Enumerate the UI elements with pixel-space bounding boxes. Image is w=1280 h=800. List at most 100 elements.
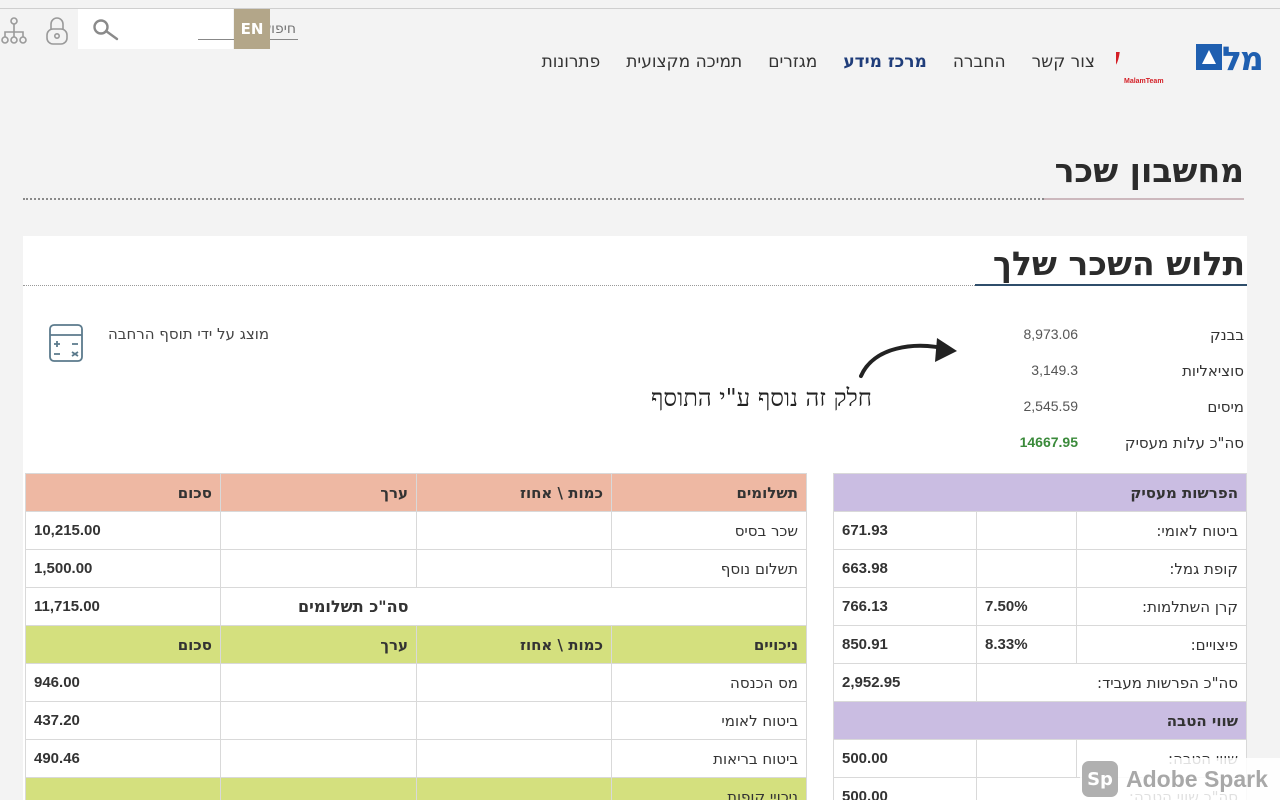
fund-deductions-header-row: ניכויי קופות <box>25 777 807 800</box>
summary-row: בבנק 8,973.06 <box>978 326 1246 362</box>
summary-label: מיסים <box>1207 398 1244 416</box>
total-amount: 11,715.00 <box>25 587 221 626</box>
total-label: סה"כ תשלומים <box>220 587 417 626</box>
lock-icon[interactable] <box>44 16 70 46</box>
payslip-panel: תלוש השכר שלך מוצג על ידי תוסף הרחבה בבנ… <box>23 236 1248 800</box>
item-amount: 671.93 <box>832 511 978 550</box>
item-value <box>220 701 417 740</box>
summary-value: 14667.95 <box>1019 434 1078 450</box>
summary-list: בבנק 8,973.06 סוציאליות 3,149.3 מיסים 2,… <box>978 326 1246 470</box>
search-icon[interactable] <box>92 18 120 46</box>
svg-text:MalamTeam: MalamTeam <box>1124 78 1164 85</box>
total-amount: 500.00 <box>832 777 978 800</box>
benefit-header-row: שווי הטבה <box>832 701 1248 740</box>
col-header: תשלומים <box>611 473 807 512</box>
header-icons <box>0 16 70 46</box>
svg-text:מל: מל <box>1222 40 1262 78</box>
employer-total-row: סה"כ הפרשות מעביד: 2,952.95 <box>832 663 1248 702</box>
item-name: קופת גמל: <box>1076 549 1248 588</box>
language-button[interactable]: EN <box>234 9 270 49</box>
section-header: שווי הטבה <box>832 701 1248 740</box>
summary-label: בבנק <box>1210 326 1244 344</box>
payments-total-row: סה"כ תשלומים 11,715.00 <box>25 587 807 626</box>
col-header: ערך <box>220 625 417 664</box>
nav-solutions[interactable]: פתרונות <box>542 52 601 72</box>
table-row: קרן השתלמות: 7.50% 766.13 <box>832 587 1248 626</box>
malam-logo[interactable]: שכר מל MalamTeam <box>1060 39 1280 86</box>
item-pct <box>976 549 1078 588</box>
item-name: פיצויים: <box>1076 625 1248 664</box>
item-amount: 663.98 <box>832 549 978 588</box>
item-amount: 946.00 <box>25 663 221 702</box>
nav-company[interactable]: החברה <box>953 52 1006 72</box>
total-label: סה"כ הפרשות מעביד: <box>976 663 1248 702</box>
page-title: מחשבון שכר <box>1054 151 1244 190</box>
svg-text:שכר: שכר <box>1116 40 1120 78</box>
col-header <box>416 777 612 800</box>
section-header: הפרשות מעסיק <box>832 473 1248 512</box>
summary-row: מיסים 2,545.59 <box>978 398 1246 434</box>
table-row: ביטוח לאומי: 671.93 <box>832 511 1248 550</box>
table-row: תשלום נוסף 1,500.00 <box>25 549 807 588</box>
col-header: סכום <box>25 625 221 664</box>
item-name: תשלום נוסף <box>611 549 807 588</box>
item-amount: 490.46 <box>25 739 221 778</box>
table-row: ביטוח בריאות 490.46 <box>25 739 807 778</box>
nav-support[interactable]: תמיכה מקצועית <box>626 52 742 72</box>
deductions-header-row: ניכויים כמות \ אחוז ערך סכום <box>25 625 807 664</box>
sitemap-icon[interactable] <box>0 16 28 46</box>
nav-info-center[interactable]: מרכז מידע <box>843 52 927 72</box>
table-row: קופת גמל: 663.98 <box>832 549 1248 588</box>
col-header: ערך <box>220 473 417 512</box>
item-pct: 7.50% <box>976 587 1078 626</box>
table-row: מס הכנסה 946.00 <box>25 663 807 702</box>
summary-value: 3,149.3 <box>1031 362 1078 378</box>
summary-value: 8,973.06 <box>1023 326 1079 342</box>
adobe-spark-watermark: Sp Adobe Spark <box>1080 758 1280 800</box>
search-box <box>78 9 298 49</box>
payments-table: תשלומים כמות \ אחוז ערך סכום שכר בסיס 10… <box>25 473 807 800</box>
item-name: קרן השתלמות: <box>1076 587 1248 626</box>
item-value <box>220 511 417 550</box>
item-amount: 850.91 <box>832 625 978 664</box>
item-amount: 766.13 <box>832 587 978 626</box>
item-pct <box>976 511 1078 550</box>
item-value <box>220 549 417 588</box>
item-name: ביטוח בריאות <box>611 739 807 778</box>
item-qty <box>416 701 612 740</box>
panel-title: תלוש השכר שלך <box>992 244 1245 283</box>
item-name: ביטוח לאומי: <box>1076 511 1248 550</box>
nav-contact[interactable]: צור קשר <box>1032 52 1095 72</box>
calculator-icon <box>48 323 84 367</box>
employer-header-row: הפרשות מעסיק <box>832 473 1248 512</box>
table-row: ביטוח לאומי 437.20 <box>25 701 807 740</box>
payments-header-row: תשלומים כמות \ אחוז ערך סכום <box>25 473 807 512</box>
watermark-text: Adobe Spark <box>1126 765 1268 792</box>
summary-label: סה"כ עלות מעסיק <box>1124 434 1244 452</box>
item-qty <box>416 739 612 778</box>
main-nav: פתרונות תמיכה מקצועית מגזרים מרכז מידע ה… <box>516 52 1095 72</box>
spark-logo-icon: Sp <box>1082 761 1118 797</box>
summary-value: 2,545.59 <box>1023 398 1079 414</box>
item-value <box>220 663 417 702</box>
item-pct: 8.33% <box>976 625 1078 664</box>
total-amount: 2,952.95 <box>832 663 978 702</box>
col-header <box>220 777 417 800</box>
empty-cell <box>416 587 807 626</box>
item-amount: 1,500.00 <box>25 549 221 588</box>
table-row: שכר בסיס 10,215.00 <box>25 511 807 550</box>
employer-table: הפרשות מעסיק ביטוח לאומי: 671.93 קופת גמ… <box>832 473 1248 800</box>
plugin-annotation: חלק זה נוסף ע"י התוסף <box>651 384 872 412</box>
item-qty <box>416 549 612 588</box>
item-qty <box>416 511 612 550</box>
summary-row: סוציאליות 3,149.3 <box>978 362 1246 398</box>
col-header: ניכויים <box>611 625 807 664</box>
panel-title-underline <box>975 284 1247 286</box>
item-amount: 10,215.00 <box>25 511 221 550</box>
table-row: פיצויים: 8.33% 850.91 <box>832 625 1248 664</box>
item-value <box>220 739 417 778</box>
title-accent <box>1044 198 1244 200</box>
plugin-note: מוצג על ידי תוסף הרחבה <box>108 325 270 343</box>
nav-sectors[interactable]: מגזרים <box>768 52 817 72</box>
col-header <box>25 777 221 800</box>
